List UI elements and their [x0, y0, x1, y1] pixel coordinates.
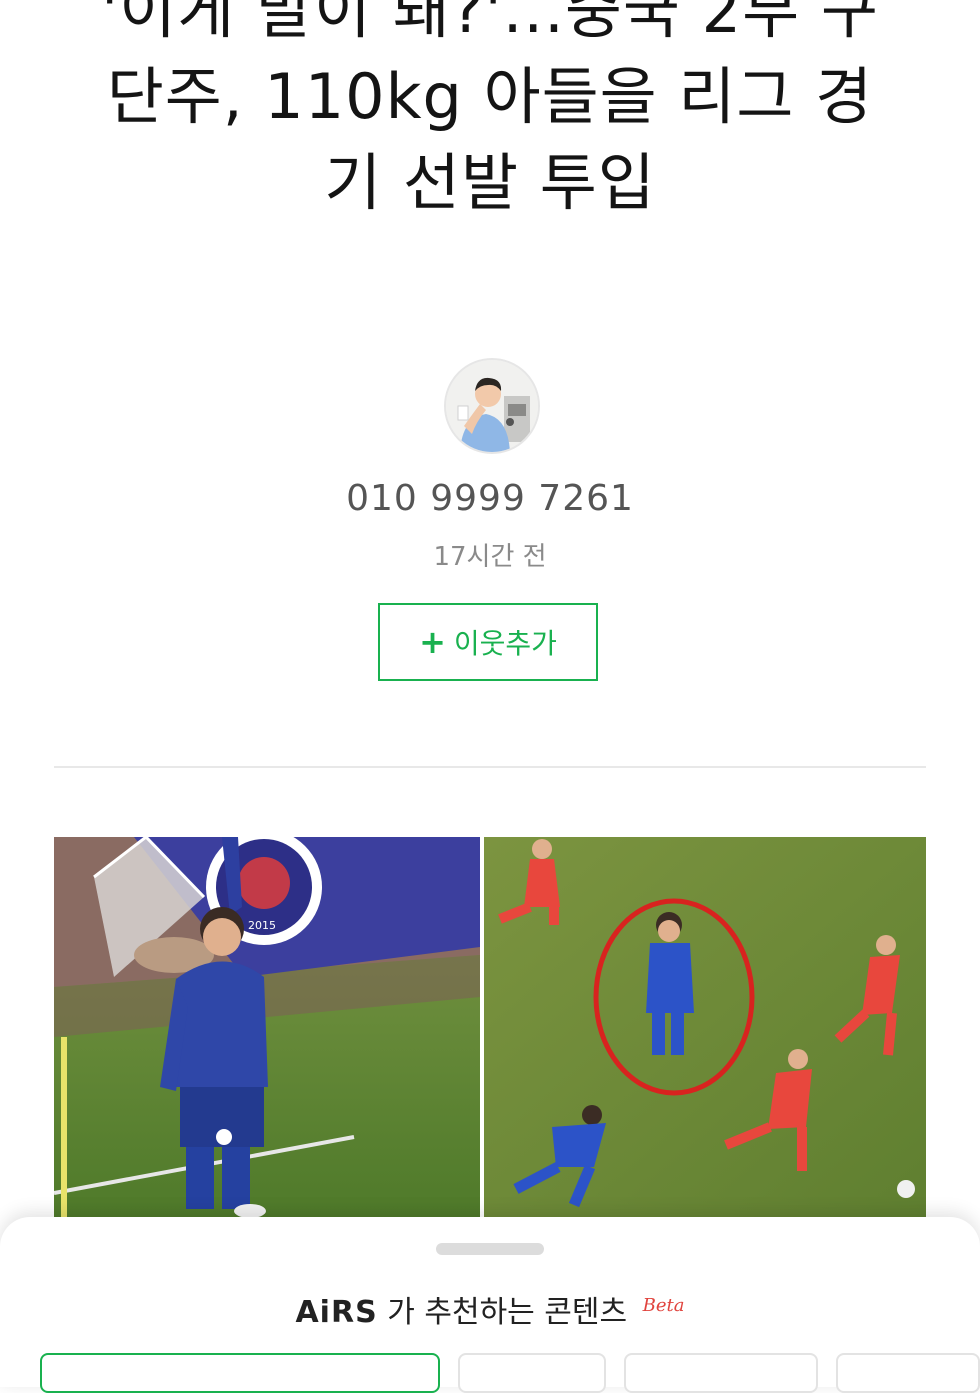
- recommendation-card[interactable]: [836, 1353, 980, 1393]
- article-title: '이게 말이 돼?'...중국 2부 구 단주, 110kg 아들을 리그 경 …: [0, 0, 980, 226]
- recommendation-label: 가 추천하는 콘텐츠: [387, 1295, 628, 1330]
- author-avatar[interactable]: [444, 358, 540, 454]
- recommendation-sheet[interactable]: AiRS 가 추천하는 콘텐츠 Beta: [0, 1217, 980, 1393]
- article-title-line: 기 선발 투입: [324, 146, 656, 219]
- airs-brand: AiRS: [295, 1295, 378, 1330]
- recommendation-title: AiRS 가 추천하는 콘텐츠 Beta: [0, 1287, 980, 1331]
- recommendation-card[interactable]: [40, 1353, 440, 1393]
- divider: [54, 766, 926, 768]
- soccer-photo: 2015: [54, 837, 926, 1217]
- author-name[interactable]: 010 9999 7261: [0, 478, 980, 519]
- article-title-line: 단주, 110kg 아들을 리그 경: [106, 60, 874, 133]
- article-title-line: '이게 말이 돼?'...중국 2부 구: [101, 0, 879, 47]
- recommendation-card[interactable]: [624, 1353, 818, 1393]
- beta-badge: Beta: [642, 1295, 685, 1316]
- plus-icon: +: [419, 623, 446, 661]
- add-neighbor-label: 이웃추가: [453, 627, 557, 660]
- avatar-photo: [446, 360, 538, 452]
- svg-text:2015: 2015: [248, 919, 276, 932]
- post-time: 17시간 전: [433, 542, 547, 572]
- article-photo[interactable]: 2015: [54, 837, 926, 1217]
- sheet-drag-handle[interactable]: [436, 1243, 544, 1255]
- recommendation-card[interactable]: [458, 1353, 606, 1393]
- add-neighbor-button[interactable]: + 이웃추가: [378, 603, 598, 681]
